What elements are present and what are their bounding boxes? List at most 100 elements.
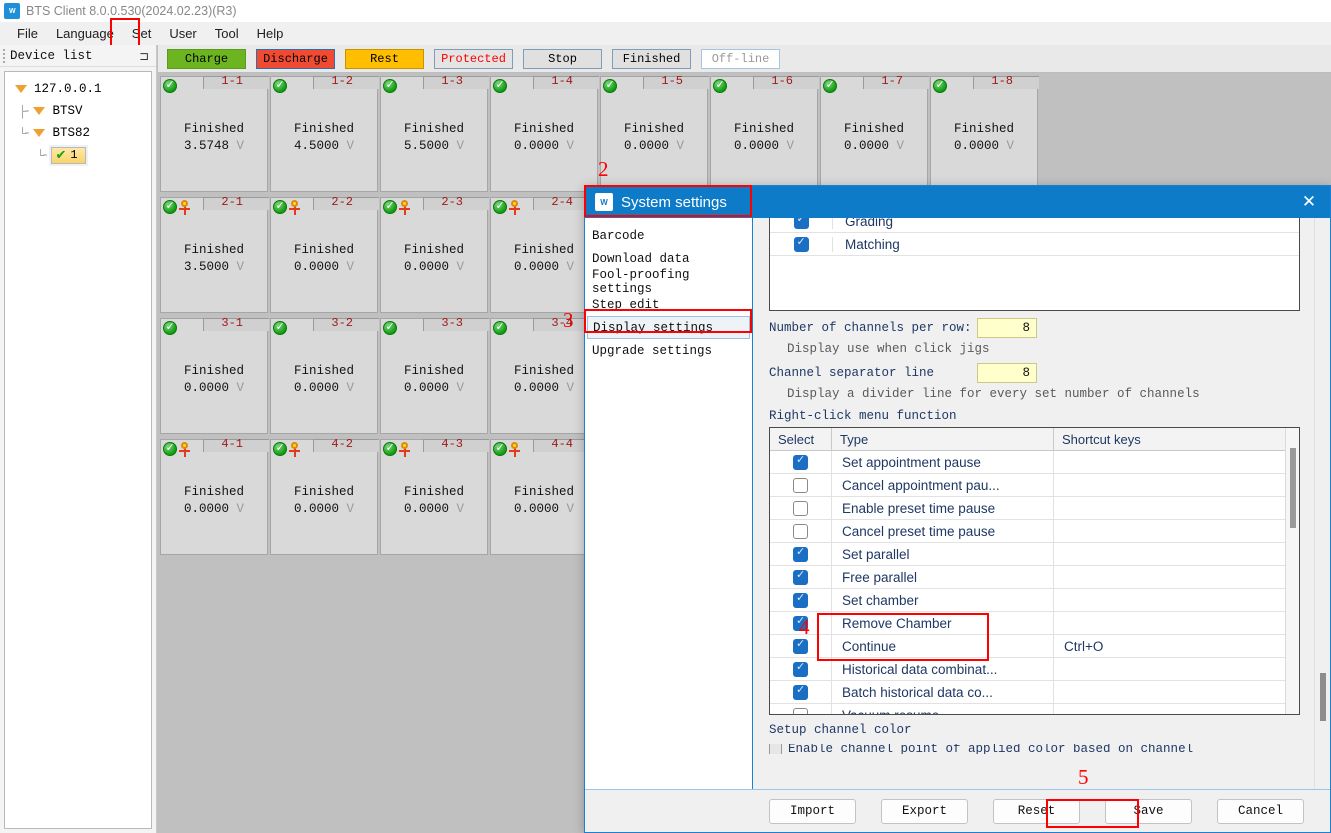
channel-body: Finished 0.0000 V xyxy=(161,363,267,397)
nav-item-upgrade-settings[interactable]: Upgrade settings xyxy=(585,339,752,362)
channel-cell[interactable]: 1-6 Finished 0.0000 V xyxy=(710,74,819,192)
row-checkbox[interactable] xyxy=(793,500,808,516)
legend-protected[interactable]: Protected xyxy=(434,48,513,69)
tree-node-bts82[interactable]: └╴ BTS82 xyxy=(9,122,147,144)
import-button[interactable]: Import xyxy=(769,798,856,824)
table-scrollbar-thumb[interactable] xyxy=(1290,448,1296,528)
nav-item-display-settings[interactable]: Display settings xyxy=(587,316,750,339)
chevron-down-icon[interactable] xyxy=(15,85,27,93)
menu-item-file[interactable]: File xyxy=(8,24,47,43)
channel-color-option-row[interactable]: Enable channel point of applied color ba… xyxy=(769,744,1300,754)
table-row[interactable]: Remove Chamber xyxy=(770,612,1299,635)
channel-cell[interactable]: 2-3 Finished 0.0000 V xyxy=(380,195,489,313)
legend-discharge[interactable]: Discharge xyxy=(256,48,335,69)
close-icon[interactable]: ✕ xyxy=(1298,192,1320,212)
channel-voltage: 0.0000 V xyxy=(293,260,355,274)
export-button[interactable]: Export xyxy=(881,798,968,824)
channel-cell[interactable]: 1-2 Finished 4.5000 V xyxy=(270,74,379,192)
channel-state: Finished xyxy=(293,364,354,378)
channel-cell[interactable]: 4-4 Finished 0.0000 V xyxy=(490,437,599,555)
row-checkbox[interactable] xyxy=(793,614,808,631)
table-row[interactable]: ContinueCtrl+O xyxy=(770,635,1299,658)
pin-icon[interactable]: ⊐ xyxy=(139,49,149,63)
menu-item-tool[interactable]: Tool xyxy=(206,24,248,43)
channel-cell[interactable]: 3-3 Finished 0.0000 V xyxy=(380,316,489,434)
tree-node-btsv[interactable]: ├╴ BTSV xyxy=(9,100,147,122)
channel-cell[interactable]: 4-2 Finished 0.0000 V xyxy=(270,437,379,555)
device-channel-chip[interactable]: ✔ 1 xyxy=(51,146,86,164)
table-row[interactable]: Free parallel xyxy=(770,566,1299,589)
channel-separator-input[interactable]: 8 xyxy=(977,363,1037,383)
chevron-down-icon[interactable] xyxy=(33,129,46,137)
table-row[interactable]: Set parallel xyxy=(770,543,1299,566)
status-ok-icon xyxy=(493,199,507,214)
row-type: Set appointment pause xyxy=(832,451,1054,473)
channel-cell[interactable]: 2-1 Finished 3.5000 V xyxy=(160,195,269,313)
row-checkbox[interactable] xyxy=(793,453,808,470)
channel-cell[interactable]: 1-8 Finished 0.0000 V xyxy=(930,74,1039,192)
legend-charge[interactable]: Charge xyxy=(167,48,246,69)
table-row[interactable]: Batch historical data co... xyxy=(770,681,1299,704)
row-checkbox[interactable] xyxy=(793,523,808,539)
channel-cell[interactable]: 1-7 Finished 0.0000 V xyxy=(820,74,929,192)
row-checkbox[interactable] xyxy=(793,545,808,562)
view-mode-row-matching[interactable]: Matching xyxy=(770,233,1299,256)
menu-item-user[interactable]: User xyxy=(160,24,205,43)
channel-cell[interactable]: 1-5 Finished 0.0000 V xyxy=(600,74,709,192)
table-row[interactable]: Cancel preset time pause xyxy=(770,520,1299,543)
channels-per-row-input[interactable]: 8 xyxy=(977,318,1037,338)
dialog-scrollbar[interactable] xyxy=(1314,218,1330,789)
table-row[interactable]: Enable preset time pause xyxy=(770,497,1299,520)
dialog-scrollbar-thumb[interactable] xyxy=(1320,673,1326,721)
row-checkbox[interactable] xyxy=(793,683,808,700)
channel-cell[interactable]: 1-3 Finished 5.5000 V xyxy=(380,74,489,192)
checkbox-matching[interactable] xyxy=(793,235,809,252)
legend-finished[interactable]: Finished xyxy=(612,48,691,69)
menu-item-help[interactable]: Help xyxy=(248,24,293,43)
cancel-button[interactable]: Cancel xyxy=(1217,798,1304,824)
chevron-down-icon[interactable] xyxy=(33,107,46,115)
table-row[interactable]: Cancel appointment pau... xyxy=(770,474,1299,497)
legend-rest[interactable]: Rest xyxy=(345,48,424,69)
row-checkbox[interactable] xyxy=(793,477,808,493)
channel-body: Finished 0.0000 V xyxy=(931,121,1037,155)
channel-cell[interactable]: 1-4 Finished 0.0000 V xyxy=(490,74,599,192)
table-row[interactable]: Set appointment pause xyxy=(770,451,1299,474)
tree-node-root[interactable]: 127.0.0.1 xyxy=(9,78,147,100)
row-checkbox[interactable] xyxy=(793,568,808,585)
channel-cell[interactable]: 1-1 Finished 3.5748 V xyxy=(160,74,269,192)
nav-item-step-edit[interactable]: Step edit xyxy=(585,293,752,316)
channel-cell[interactable]: 3-1 Finished 0.0000 V xyxy=(160,316,269,434)
right-click-menu-label: Right-click menu function xyxy=(769,409,957,423)
row-checkbox[interactable] xyxy=(793,707,808,714)
menu-item-set[interactable]: Set xyxy=(123,24,161,43)
row-checkbox[interactable] xyxy=(793,591,808,608)
tree-node-channel-1[interactable]: └╴ ✔ 1 xyxy=(9,144,147,166)
menu-item-language[interactable]: Language xyxy=(47,24,123,43)
table-row[interactable]: Vacuum resume xyxy=(770,704,1299,714)
view-mode-row-grading[interactable]: Grading xyxy=(770,218,1299,233)
legend-stop[interactable]: Stop xyxy=(523,48,602,69)
table-row[interactable]: Historical data combinat... xyxy=(770,658,1299,681)
channel-cell[interactable]: 2-2 Finished 0.0000 V xyxy=(270,195,379,313)
table-row[interactable]: Set chamber xyxy=(770,589,1299,612)
checkbox-channel-color[interactable] xyxy=(769,744,782,754)
legend-offline[interactable]: Off-line xyxy=(701,48,780,69)
channel-cell[interactable]: 3-4 Finished 0.0000 V xyxy=(490,316,599,434)
table-scrollbar[interactable] xyxy=(1285,428,1299,714)
channel-cell[interactable]: 4-1 Finished 0.0000 V xyxy=(160,437,269,555)
view-mode-label: Matching xyxy=(832,236,1299,252)
row-checkbox[interactable] xyxy=(793,637,808,654)
checkbox-grading[interactable] xyxy=(793,218,809,229)
channel-cell[interactable]: 2-4 Finished 0.0000 V xyxy=(490,195,599,313)
dock-grip-icon[interactable] xyxy=(3,49,5,63)
channel-cell[interactable]: 3-2 Finished 0.0000 V xyxy=(270,316,379,434)
channel-state: Finished xyxy=(183,485,244,499)
channel-id: 4-2 xyxy=(331,437,353,451)
nav-item-fool-proofing[interactable]: Fool-proofing settings xyxy=(585,268,752,296)
nav-item-barcode[interactable]: Barcode xyxy=(585,224,752,247)
reset-button[interactable]: Reset xyxy=(993,798,1080,824)
channel-cell[interactable]: 4-3 Finished 0.0000 V xyxy=(380,437,489,555)
row-checkbox[interactable] xyxy=(793,660,808,677)
save-button[interactable]: Save xyxy=(1105,798,1192,824)
